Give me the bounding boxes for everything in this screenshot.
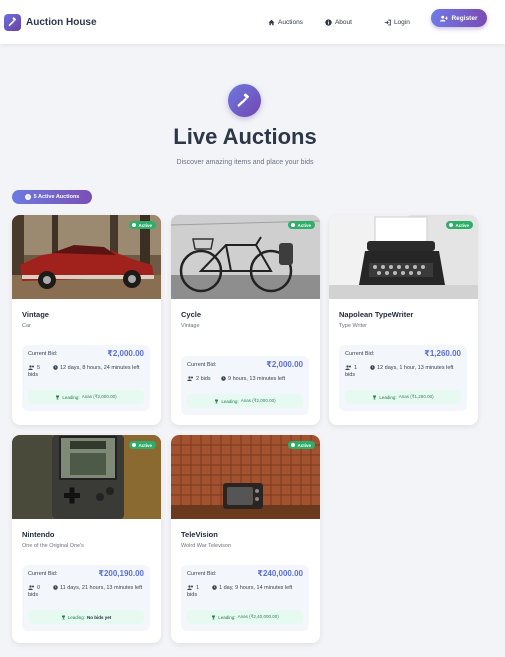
time-left: 9 hours, 13 minutes left: [221, 376, 315, 383]
bid-count: 1 bids: [345, 365, 358, 378]
page-subtitle: Discover amazing items and place your bi…: [176, 159, 314, 166]
leading-bidder: Leading: Anas (₹1,260.00): [345, 390, 461, 404]
auction-title: Vintage: [22, 310, 49, 319]
auction-card[interactable]: Active Nintendo One of the Original One'…: [12, 435, 161, 643]
auction-title: TeleVision: [181, 530, 218, 539]
bid-count: 5 bids: [28, 365, 41, 378]
auction-title: Nintendo: [22, 530, 55, 539]
auction-category: Type Writer: [339, 323, 368, 329]
clock-icon: [53, 365, 58, 370]
clock-icon: [221, 376, 226, 381]
active-count-badge: 5 Active Auctions: [12, 190, 92, 204]
auction-image[interactable]: Active: [12, 215, 161, 299]
gavel-logo-icon: [4, 13, 21, 31]
nav-about-label: About: [334, 18, 352, 26]
trophy-icon: [61, 615, 65, 619]
trophy-icon: [215, 399, 219, 403]
register-button[interactable]: Register: [431, 9, 487, 27]
users-icon: [28, 585, 34, 590]
check-icon: [132, 223, 137, 227]
bid-count: 2 bids: [187, 376, 217, 383]
current-bid-label: Current Bid:: [28, 351, 58, 357]
status-badge: Active: [129, 221, 156, 229]
nav-links: Auctions About Login: [268, 0, 410, 44]
status-badge: Active: [288, 441, 315, 449]
register-label: Register: [451, 14, 478, 22]
check-icon: [291, 223, 296, 227]
info-icon: [325, 18, 332, 26]
auction-image[interactable]: Active: [12, 435, 161, 519]
nav-about-link[interactable]: About: [325, 19, 352, 26]
auction-image[interactable]: Active: [329, 215, 478, 299]
bid-count: 1 bids: [187, 585, 200, 598]
current-bid-label: Current Bid:: [187, 362, 217, 368]
bid-info: Current Bid: ₹240,000.00 1 bids 1 day, 9…: [181, 565, 309, 631]
auction-category: One of the Original One's: [22, 543, 84, 549]
time-left: 12 days, 1 hour, 13 minutes left: [370, 365, 464, 372]
status-badge: Active: [129, 441, 156, 449]
leading-bidder: Leading: Anas (₹2,000.00): [28, 390, 144, 404]
check-icon: [291, 443, 296, 447]
brand[interactable]: Auction House: [4, 13, 97, 31]
leading-bidder: Leading: Anas (₹2,000.00): [187, 394, 303, 408]
auction-image[interactable]: Active: [171, 215, 320, 299]
leading-bidder: Leading: No bids yet: [28, 610, 144, 624]
trophy-icon: [212, 615, 216, 619]
current-bid-label: Current Bid:: [187, 571, 217, 577]
nav-auctions-link[interactable]: Auctions: [268, 19, 303, 26]
bid-count: 0 bids: [28, 585, 41, 598]
auction-category: Car: [22, 323, 31, 329]
page-title: Live Auctions: [173, 124, 317, 149]
user-plus-icon: [440, 15, 449, 21]
users-icon: [187, 376, 193, 381]
auction-card[interactable]: Active Cycle Vintage Current Bid: ₹2,000…: [171, 215, 320, 425]
auction-category: Vintage: [181, 323, 200, 329]
current-bid-label: Current Bid:: [345, 351, 375, 357]
auction-image[interactable]: Active: [171, 435, 320, 519]
auction-category: Wolrd War Televison: [181, 543, 232, 549]
check-icon: [132, 443, 137, 447]
current-bid-amount: ₹2,000.00: [107, 349, 144, 358]
trophy-icon: [56, 395, 60, 399]
clock-icon: [370, 365, 375, 370]
current-bid-amount: ₹240,000.00: [257, 569, 303, 578]
login-icon: [384, 19, 391, 25]
current-bid-amount: ₹200,190.00: [98, 569, 144, 578]
auction-title: Cycle: [181, 310, 202, 319]
bid-info: Current Bid: ₹2,000.00 2 bids 9 hours, 1…: [181, 356, 309, 415]
time-left: 11 days, 21 hours, 13 minutes left: [53, 585, 147, 592]
gavel-hero-icon: [228, 84, 261, 117]
time-left: 12 days, 8 hours, 24 minutes left: [53, 365, 147, 372]
status-badge: Active: [288, 221, 315, 229]
bid-info: Current Bid: ₹2,000.00 5 bids 12 days, 8…: [22, 345, 150, 411]
clock-icon: [53, 585, 58, 590]
bid-info: Current Bid: ₹200,190.00 0 bids 11 days,…: [22, 565, 150, 631]
clock-icon: [24, 194, 31, 200]
users-icon: [345, 365, 351, 370]
auction-title: Napolean TypeWriter: [339, 310, 414, 319]
leading-bidder: Leading: Anas (₹2,40,000.00): [187, 610, 303, 624]
nav-login-link[interactable]: Login: [384, 19, 410, 26]
bid-info: Current Bid: ₹1,260.00 1 bids 12 days, 1…: [339, 345, 467, 411]
users-icon: [28, 365, 34, 370]
time-left: 1 day, 9 hours, 14 minutes left: [212, 585, 306, 592]
home-icon: [268, 19, 275, 25]
auction-card[interactable]: Active Vintage Car Current Bid: ₹2,000.0…: [12, 215, 161, 425]
brand-name: Auction House: [26, 16, 97, 28]
users-icon: [187, 585, 193, 590]
navbar: Auction House Auctions About Login Regis…: [0, 0, 505, 44]
current-bid-amount: ₹1,260.00: [424, 349, 461, 358]
status-badge: Active: [446, 221, 473, 229]
current-bid-label: Current Bid:: [28, 571, 58, 577]
nav-login-label: Login: [393, 18, 410, 26]
check-icon: [449, 223, 454, 227]
active-count-label: 5 Active Auctions: [33, 194, 80, 200]
auction-card[interactable]: Active Napolean TypeWriter Type Writer C…: [329, 215, 478, 425]
nav-auctions-label: Auctions: [278, 18, 303, 26]
trophy-icon: [373, 395, 377, 399]
current-bid-amount: ₹2,000.00: [266, 360, 303, 369]
clock-icon: [212, 585, 217, 590]
auction-card[interactable]: Active TeleVision Wolrd War Televison Cu…: [171, 435, 320, 643]
